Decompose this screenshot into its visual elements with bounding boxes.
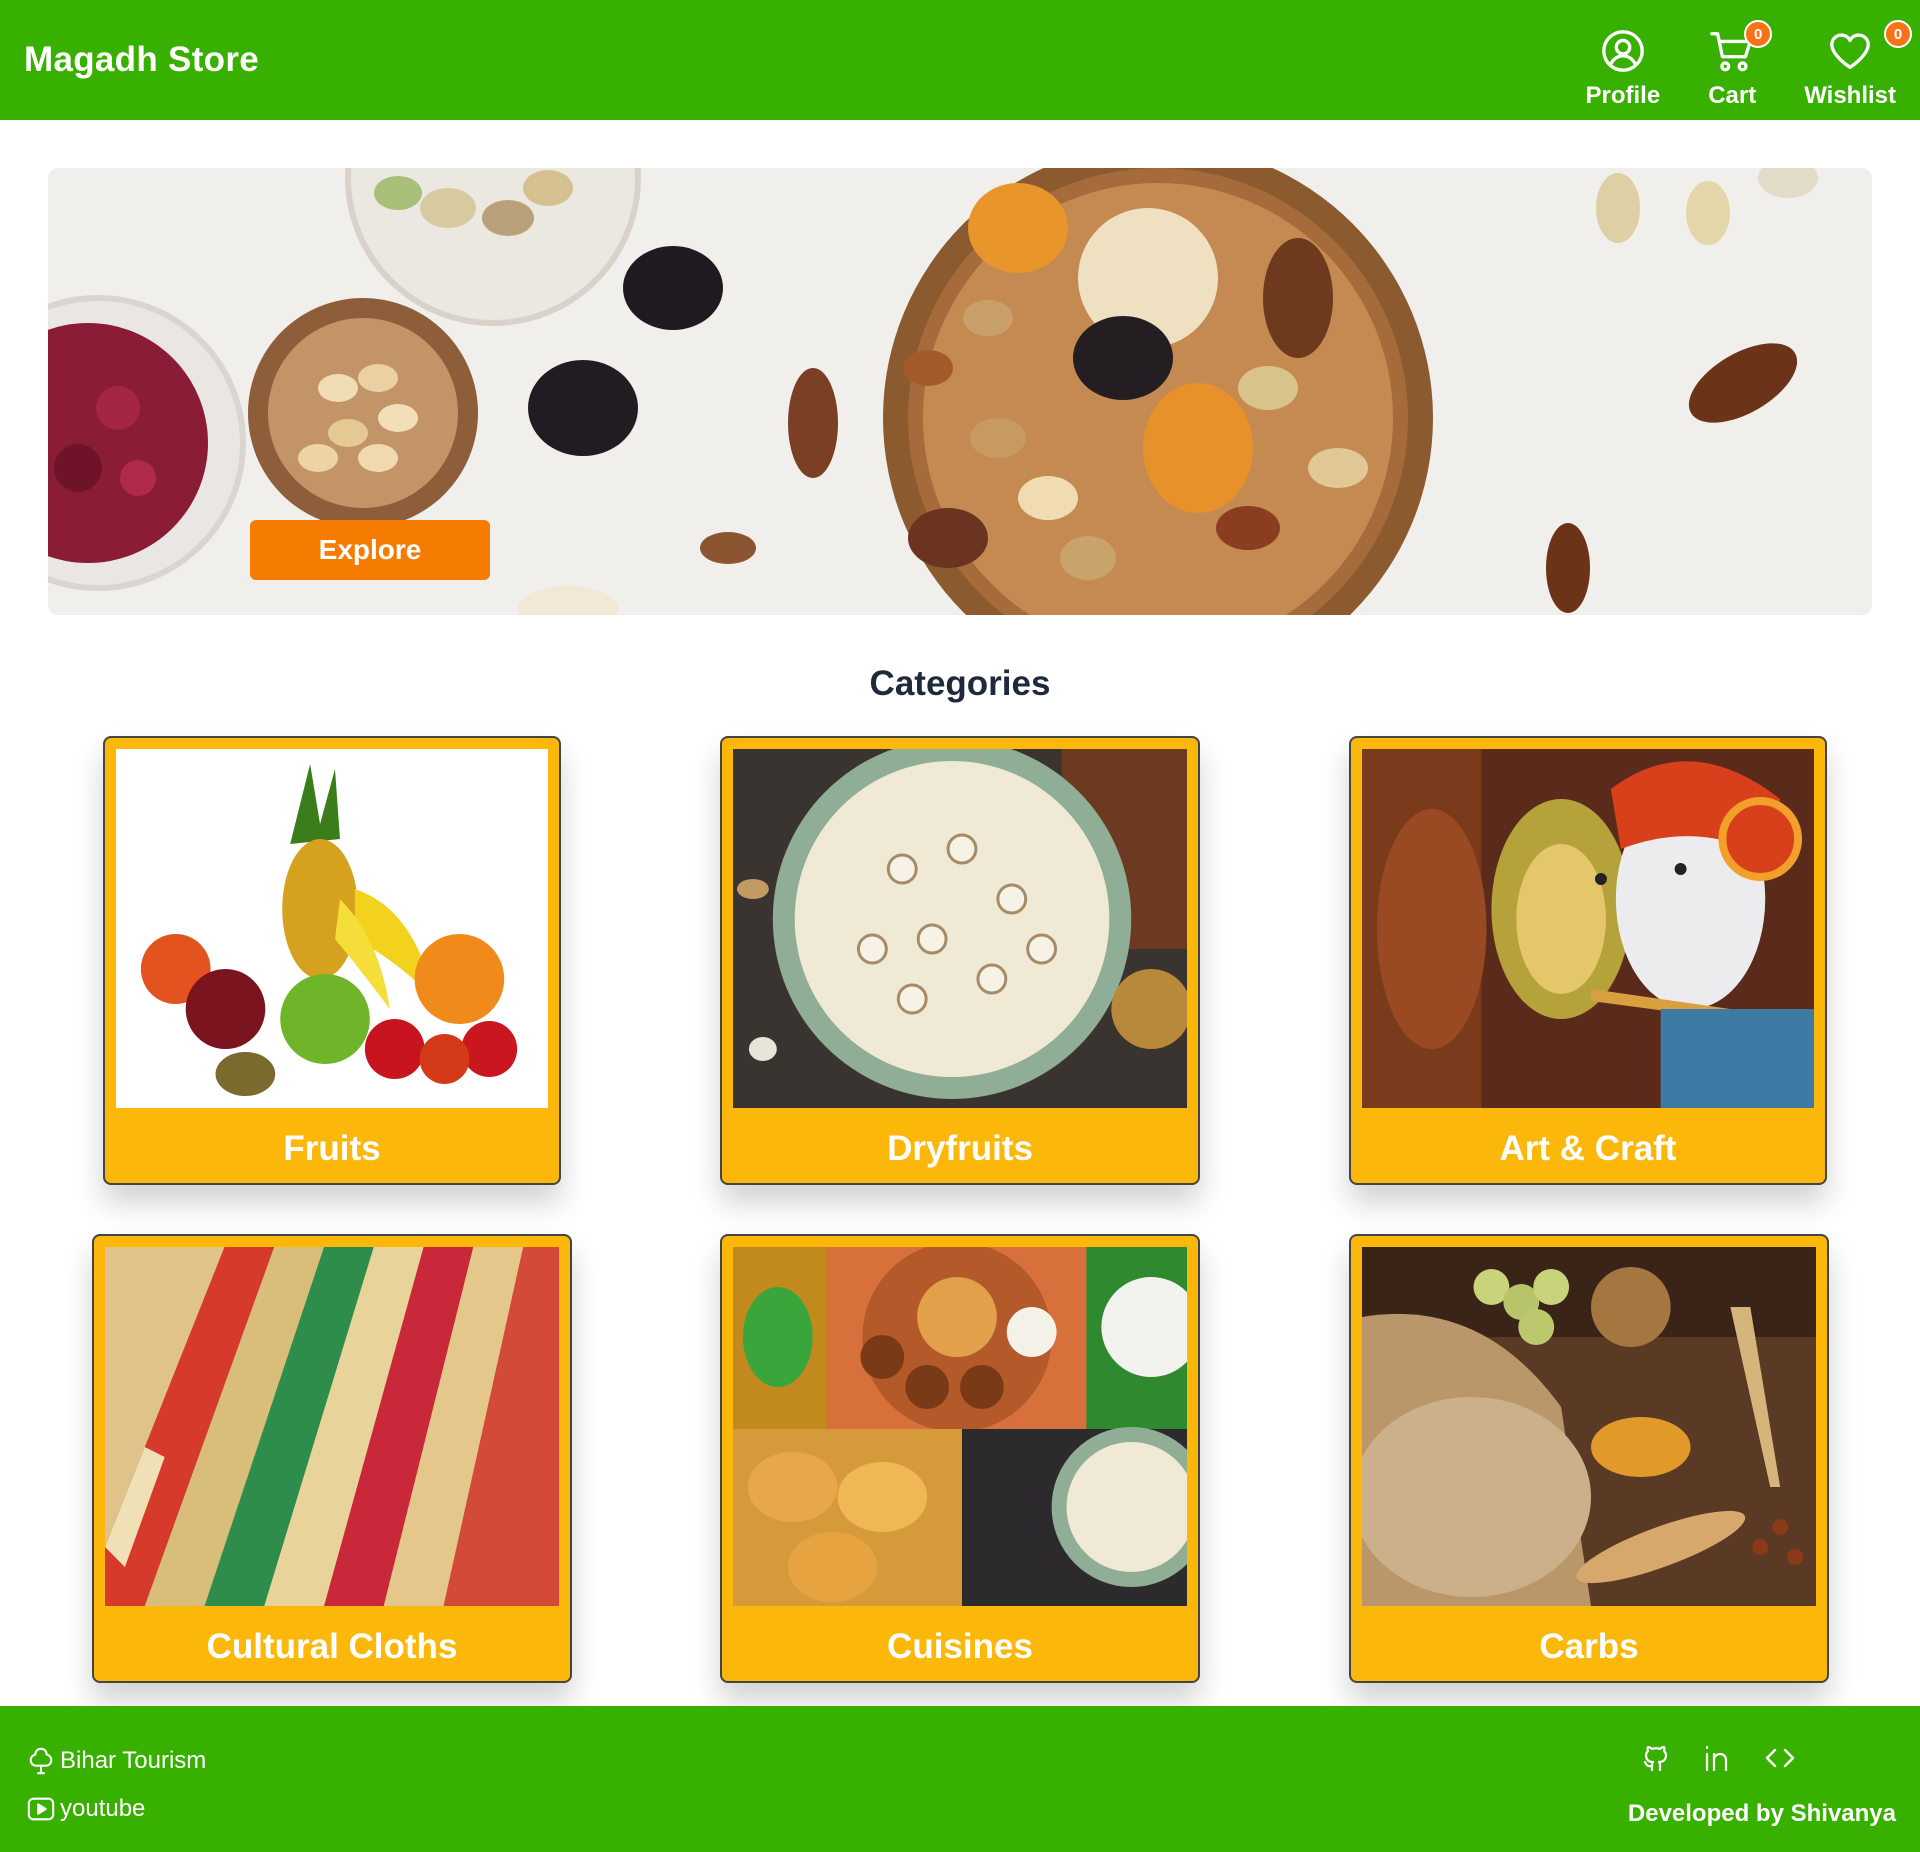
wishlist-link[interactable]: 0 Wishlist xyxy=(1804,20,1912,110)
heart-icon xyxy=(1830,33,1870,69)
category-label-fruits: Fruits xyxy=(283,1129,381,1168)
hero-banner: Explore xyxy=(48,168,1872,615)
category-image-fruits xyxy=(116,749,548,1108)
category-label-art-craft: Art & Craft xyxy=(1499,1129,1677,1168)
category-card-cuisines[interactable]: Cuisines xyxy=(720,1234,1200,1683)
carbs-image xyxy=(1362,1247,1816,1606)
youtube-icon xyxy=(27,1797,55,1821)
categories-heading: Categories xyxy=(869,664,1051,703)
developer-credit: Developed by Shivanya xyxy=(1627,1800,1896,1827)
cart-label: Cart xyxy=(1708,82,1757,109)
category-card-art-craft[interactable]: Art & Craft xyxy=(1349,736,1827,1185)
category-image-art-craft xyxy=(1362,749,1814,1108)
category-image-dryfruits xyxy=(733,749,1187,1108)
profile-link[interactable]: Profile xyxy=(1585,28,1661,110)
wishlist-label: Wishlist xyxy=(1804,82,1896,109)
social-icons xyxy=(1640,1742,1796,1774)
category-card-fruits[interactable]: Fruits xyxy=(103,736,561,1185)
top-navbar: Magadh Store Profile 0 Cart 0 Wishlist xyxy=(0,0,1920,120)
fruits-image xyxy=(116,749,548,1108)
cart-link[interactable]: 0 Cart xyxy=(1708,20,1773,110)
footer: Bihar Tourism youtube Developed by Shiva… xyxy=(0,1706,1920,1852)
category-label-carbs: Carbs xyxy=(1539,1627,1639,1666)
category-card-dryfruits[interactable]: Dryfruits xyxy=(720,736,1200,1185)
profile-label: Profile xyxy=(1585,82,1661,109)
header-nav: Profile 0 Cart 0 Wishlist xyxy=(1585,10,1912,110)
linkedin-icon[interactable] xyxy=(1702,1742,1734,1774)
explore-button[interactable]: Explore xyxy=(250,520,490,580)
category-image-cuisines xyxy=(733,1247,1187,1606)
cuisines-image xyxy=(733,1247,1187,1606)
github-icon[interactable] xyxy=(1640,1742,1672,1774)
category-card-cultural-cloths[interactable]: Cultural Cloths xyxy=(92,1234,572,1683)
youtube-label: youtube xyxy=(60,1795,146,1822)
tree-icon xyxy=(29,1747,53,1775)
category-label-cultural-cloths: Cultural Cloths xyxy=(206,1627,458,1666)
category-image-cultural-cloths xyxy=(105,1247,559,1606)
profile-icon xyxy=(1602,30,1644,72)
code-icon[interactable] xyxy=(1764,1742,1796,1774)
art-craft-image xyxy=(1362,749,1814,1108)
youtube-link[interactable]: youtube xyxy=(26,1794,145,1824)
wishlist-count-badge: 0 xyxy=(1884,20,1912,48)
cart-count-badge: 0 xyxy=(1744,20,1773,48)
category-label-dryfruits: Dryfruits xyxy=(887,1129,1033,1168)
bihar-tourism-label: Bihar Tourism xyxy=(60,1747,207,1774)
category-label-cuisines: Cuisines xyxy=(887,1627,1033,1666)
cultural-cloths-image xyxy=(105,1247,559,1606)
dryfruits-image xyxy=(733,749,1187,1108)
bihar-tourism-link[interactable]: Bihar Tourism xyxy=(26,1746,206,1776)
brand-logo-text[interactable]: Magadh Store xyxy=(24,40,259,80)
category-image-carbs xyxy=(1362,1247,1816,1606)
category-card-carbs[interactable]: Carbs xyxy=(1349,1234,1829,1683)
